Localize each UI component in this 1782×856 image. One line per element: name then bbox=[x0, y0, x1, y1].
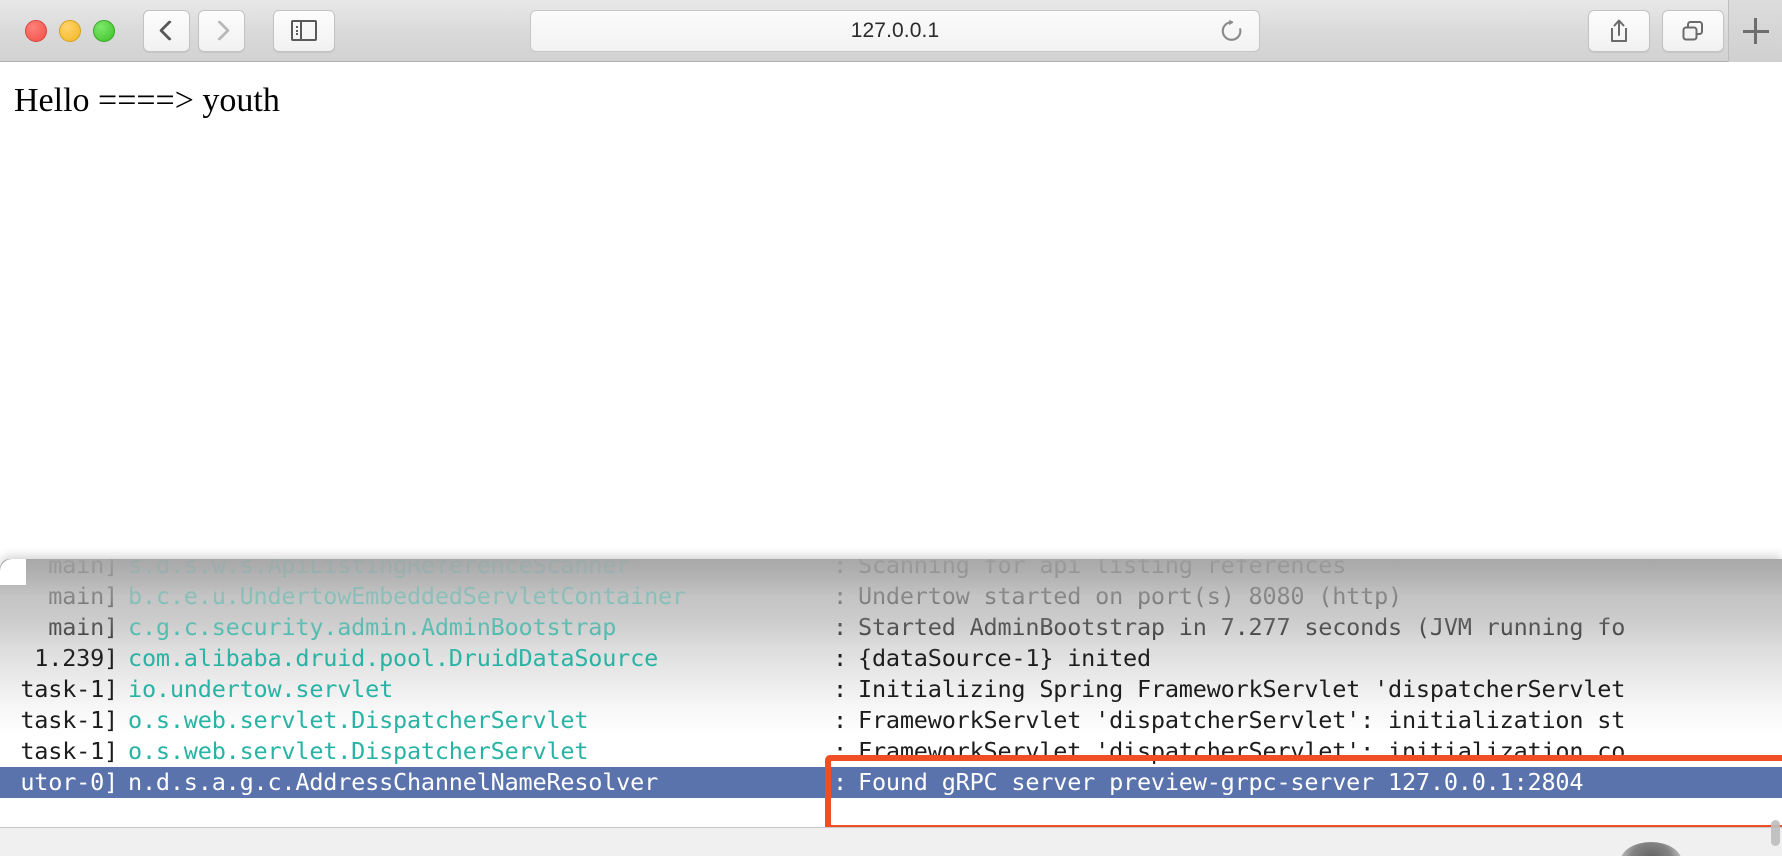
console-log-output[interactable]: main] s.d.s.w.s.ApiListingReferenceScanne… bbox=[0, 559, 1782, 799]
log-logger-name: c.g.c.security.admin.AdminBootstrap bbox=[128, 613, 617, 641]
back-button[interactable] bbox=[143, 9, 190, 52]
log-message: Undertow started on port(s) 8080 (http) bbox=[858, 582, 1402, 610]
url-text: 127.0.0.1 bbox=[850, 19, 940, 42]
log-message: FrameworkServlet 'dispatcherServlet': in… bbox=[858, 737, 1626, 765]
browser-toolbar: 127.0.0.1 bbox=[0, 0, 1782, 62]
log-message: {dataSource-1} inited bbox=[858, 644, 1151, 672]
console-log-line[interactable]: 1.239] com.alibaba.druid.pool.DruidDataSo… bbox=[0, 643, 1782, 674]
address-bar[interactable]: 127.0.0.1 bbox=[530, 10, 1260, 52]
log-thread: task-1] bbox=[20, 675, 118, 703]
console-log-line[interactable]: main] b.c.e.u.UndertowEmbeddedServletCont… bbox=[0, 581, 1782, 612]
log-separator: : bbox=[833, 582, 847, 610]
sidebar-icon bbox=[291, 20, 317, 41]
page-body-text: Hello ====> youth bbox=[14, 82, 280, 119]
window-traffic-lights bbox=[25, 19, 115, 42]
log-separator: : bbox=[833, 675, 847, 703]
log-separator: : bbox=[833, 737, 847, 765]
log-thread: task-1] bbox=[20, 737, 118, 765]
log-message: Started AdminBootstrap in 7.277 seconds … bbox=[858, 613, 1626, 641]
sidebar-button-group bbox=[273, 9, 335, 52]
log-message: Initializing Spring FrameworkServlet 'di… bbox=[858, 675, 1626, 703]
close-window-button[interactable] bbox=[25, 19, 47, 42]
window-corner bbox=[0, 559, 26, 585]
console-log-line[interactable]: main] s.d.s.w.s.ApiListingReferenceScanne… bbox=[0, 559, 1782, 581]
log-message: FrameworkServlet 'dispatcherServlet': in… bbox=[858, 706, 1626, 734]
chevron-right-icon bbox=[208, 19, 230, 42]
log-thread: main] bbox=[48, 613, 118, 641]
log-logger-name: o.s.web.servlet.DispatcherServlet bbox=[128, 706, 589, 734]
navigation-buttons bbox=[143, 9, 245, 52]
toggle-sidebar-button[interactable] bbox=[273, 9, 335, 52]
minimize-window-button[interactable] bbox=[59, 19, 81, 42]
log-thread: main] bbox=[48, 582, 118, 610]
screen: 127.0.0.1 Hello ====> youth main] s.d.s.… bbox=[0, 0, 1782, 856]
log-thread: utor-0] bbox=[20, 768, 118, 796]
console-window: main] s.d.s.w.s.ApiListingReferenceScanne… bbox=[0, 559, 1782, 827]
console-log-line[interactable]: main] c.g.c.security.admin.AdminBootstrap… bbox=[0, 612, 1782, 643]
log-separator: : bbox=[833, 613, 847, 641]
console-log-line[interactable]: task-1] io.undertow.servlet: Initializing … bbox=[0, 674, 1782, 705]
log-logger-name: b.c.e.u.UndertowEmbeddedServletContainer bbox=[128, 582, 686, 610]
log-logger-name: n.d.s.a.g.c.AddressChannelNameResolver bbox=[128, 768, 659, 796]
console-log-line[interactable]: task-1] o.s.web.servlet.DispatcherServlet… bbox=[0, 705, 1782, 736]
toolbar-right-buttons bbox=[1588, 10, 1724, 52]
log-separator: : bbox=[833, 768, 847, 796]
console-log-line[interactable]: task-1] o.s.web.servlet.DispatcherServlet… bbox=[0, 736, 1782, 767]
log-thread: 1.239] bbox=[34, 644, 118, 672]
log-logger-name: io.undertow.servlet bbox=[128, 675, 394, 703]
log-message: Scanning for api listing references bbox=[858, 559, 1347, 579]
zoom-window-button[interactable] bbox=[93, 19, 115, 42]
share-icon bbox=[1611, 19, 1627, 42]
log-logger-name: s.d.s.w.s.ApiListingReferenceScanner bbox=[128, 559, 631, 579]
log-separator: : bbox=[833, 644, 847, 672]
desktop-bottom-strip bbox=[0, 827, 1782, 856]
chevron-left-icon bbox=[158, 19, 180, 42]
reload-icon[interactable] bbox=[1219, 18, 1245, 44]
scrollbar-thumb[interactable] bbox=[1771, 820, 1780, 846]
log-message: Found gRPC server preview-grpc-server 12… bbox=[858, 768, 1584, 796]
log-separator: : bbox=[833, 706, 847, 734]
console-log-line[interactable]: utor-0] n.d.s.a.g.c.AddressChannelNameRes… bbox=[0, 767, 1782, 798]
log-logger-name: o.s.web.servlet.DispatcherServlet bbox=[128, 737, 589, 765]
tabs-icon bbox=[1682, 21, 1703, 41]
log-thread: task-1] bbox=[20, 706, 118, 734]
log-logger-name: com.alibaba.druid.pool.DruidDataSource bbox=[128, 644, 659, 672]
tab-overview-button[interactable] bbox=[1662, 10, 1724, 52]
new-tab-button[interactable] bbox=[1728, 0, 1782, 62]
share-button[interactable] bbox=[1588, 10, 1650, 52]
forward-button[interactable] bbox=[198, 9, 245, 52]
log-separator: : bbox=[833, 559, 847, 579]
